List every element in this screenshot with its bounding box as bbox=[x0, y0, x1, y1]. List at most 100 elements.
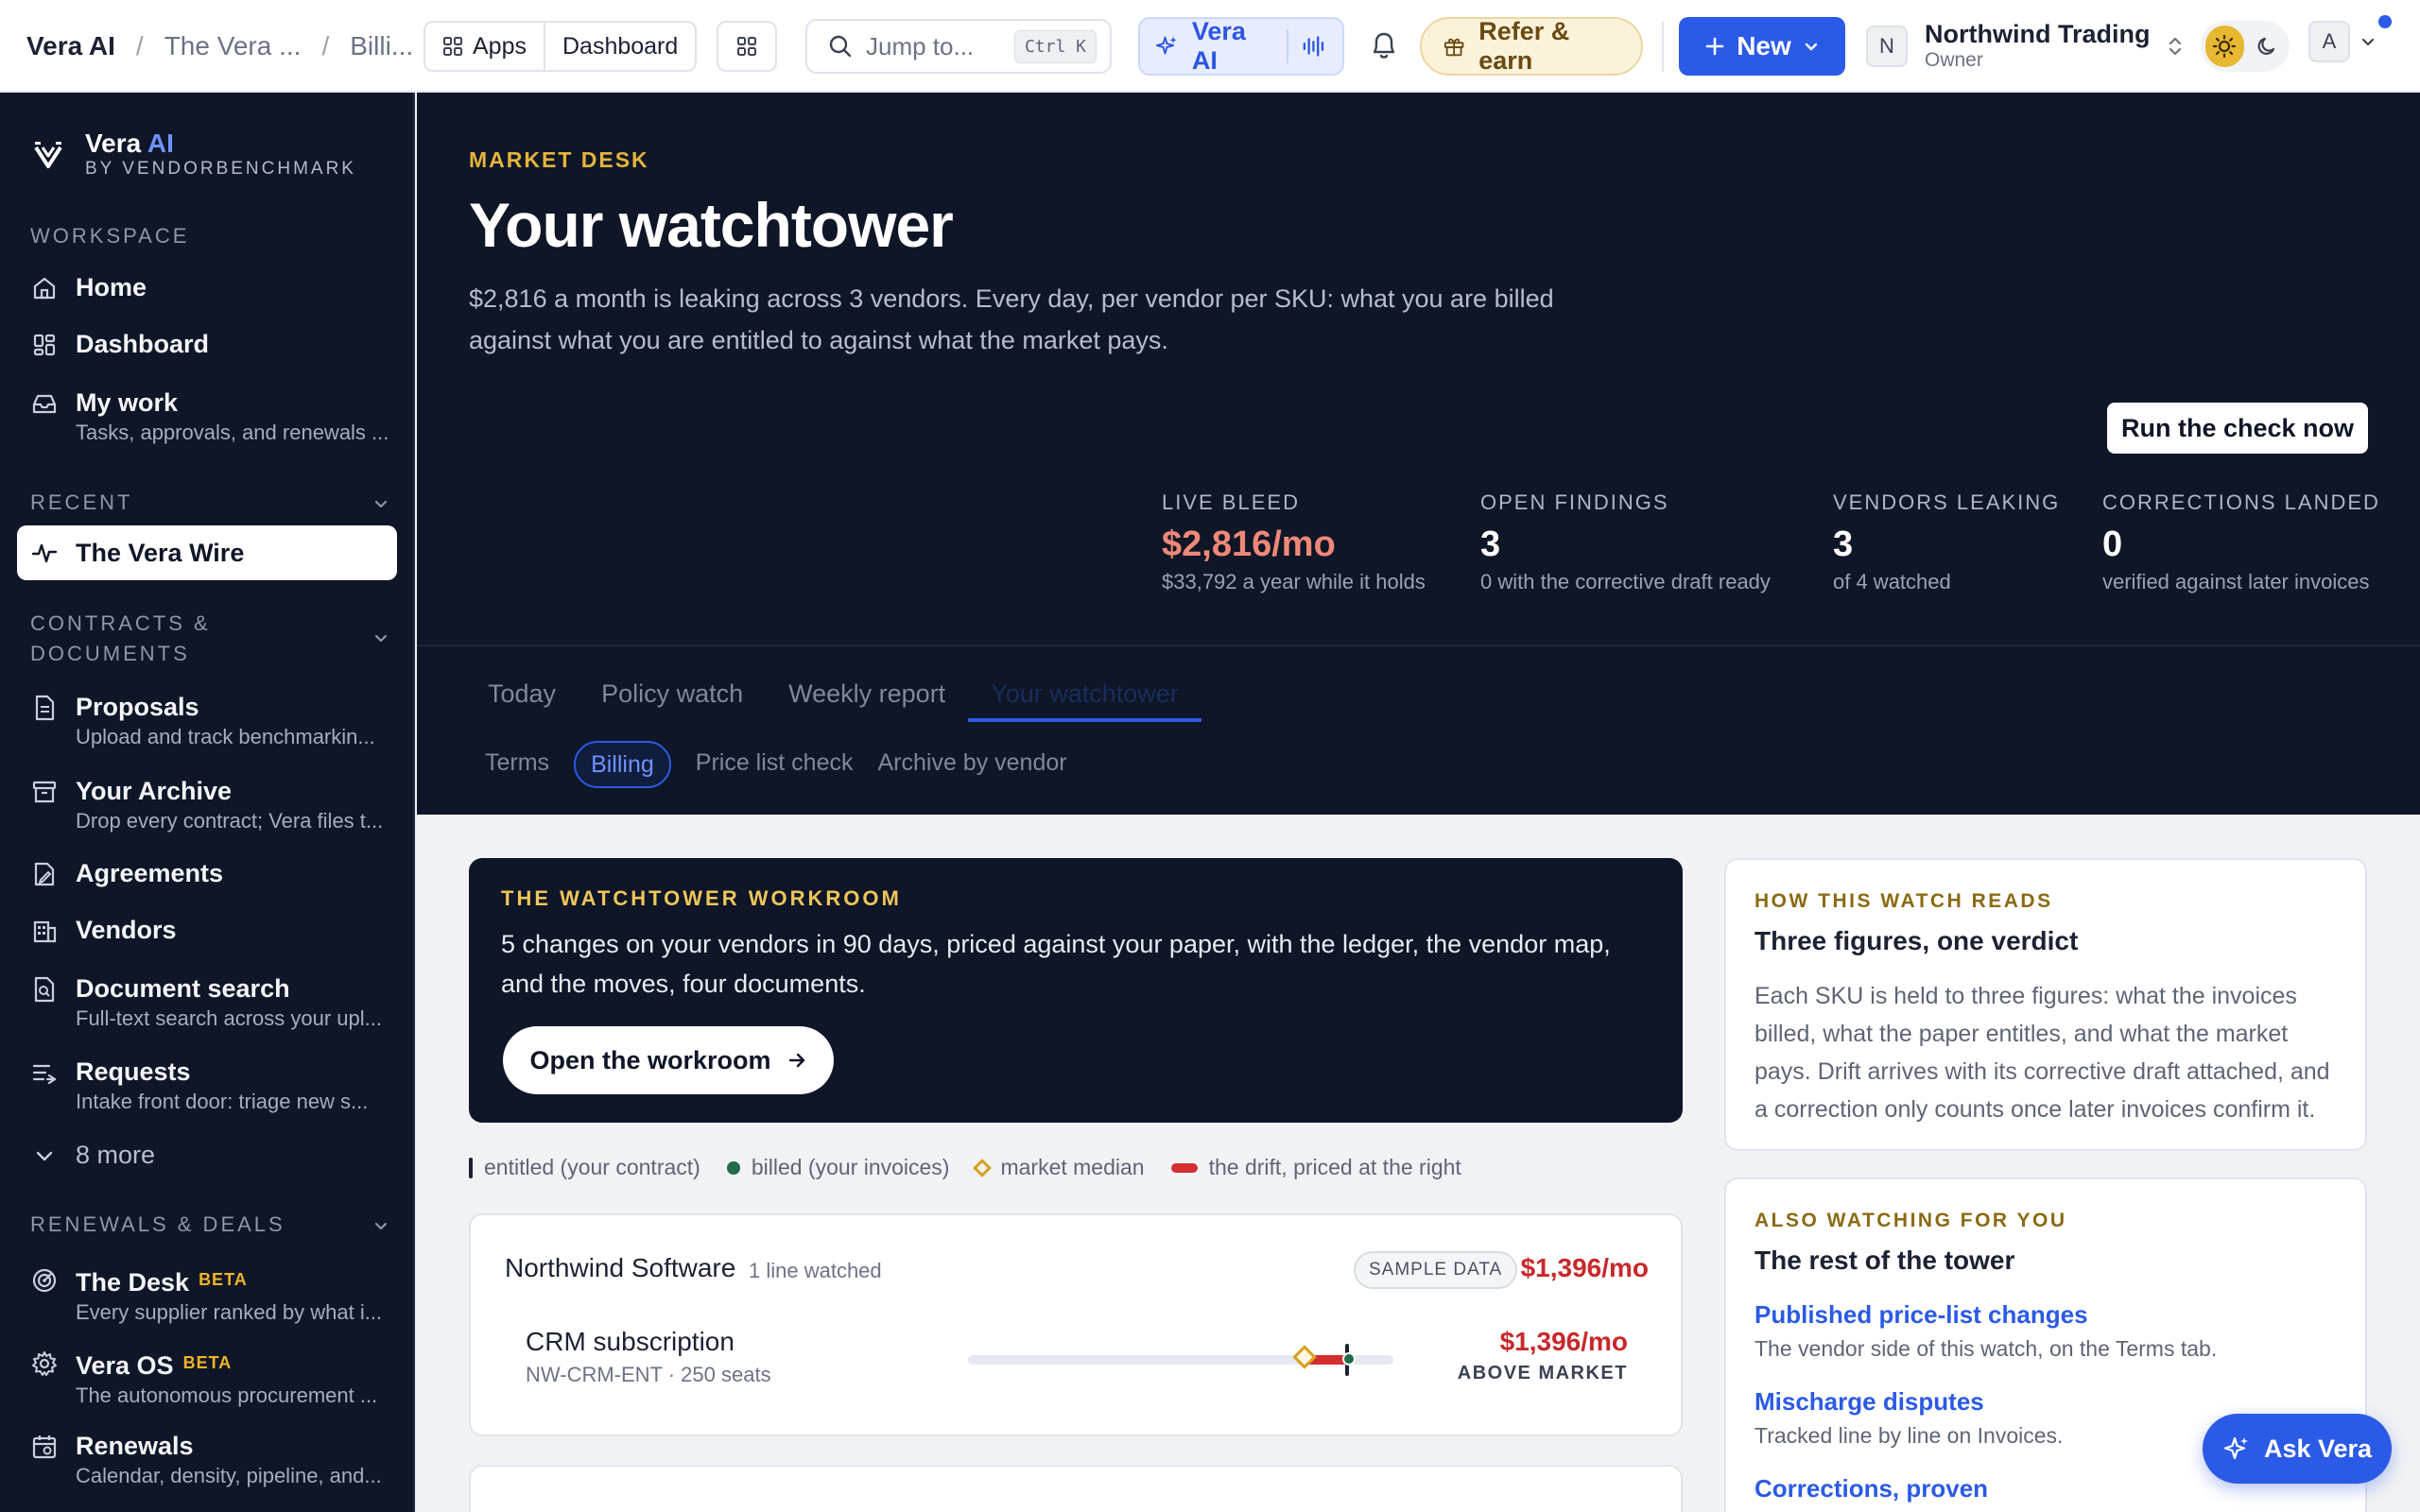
breadcrumb-item-current[interactable]: Billi... bbox=[350, 31, 413, 61]
workroom-eyebrow: THE WATCHTOWER WORKROOM bbox=[501, 886, 902, 910]
main-tabs: Today Policy watch Weekly report Your wa… bbox=[488, 673, 1201, 722]
sub-tabs: Terms Billing Price list check Archive b… bbox=[485, 741, 1067, 788]
refer-earn-button[interactable]: Refer & earn bbox=[1420, 17, 1643, 76]
stat-corrections-landed: CORRECTIONS LANDED 0 verified against la… bbox=[2102, 490, 2380, 595]
sidebar-item-proposals[interactable]: Proposals Upload and track benchmarkin..… bbox=[17, 690, 397, 750]
stat-key: CORRECTIONS LANDED bbox=[2102, 490, 2380, 514]
vendor-name: Northwind Software bbox=[505, 1253, 736, 1282]
page-title: Your watchtower bbox=[469, 190, 954, 260]
sidebar-item-the-desk[interactable]: The Desk BETA Every supplier ranked by wh… bbox=[17, 1263, 397, 1326]
billed-marker bbox=[1342, 1352, 1356, 1366]
ask-vera-button[interactable]: Ask Vera bbox=[2203, 1414, 2392, 1484]
sidebar-item-home[interactable]: Home bbox=[17, 270, 397, 304]
run-check-button[interactable]: Run the check now bbox=[2107, 403, 2368, 454]
sidebar-item-document-search[interactable]: Document search Full-text search across … bbox=[17, 971, 397, 1032]
sidebar-item-vera-os[interactable]: Vera OS BETA The autonomous procurement .… bbox=[17, 1346, 397, 1409]
archive-icon bbox=[32, 781, 57, 803]
sidebar-item-agreements[interactable]: Agreements bbox=[17, 856, 397, 890]
sidebar-item-archive[interactable]: Your Archive Drop every contract; Vera f… bbox=[17, 774, 397, 834]
sidebar-item-desc: The autonomous procurement ... bbox=[76, 1383, 378, 1407]
new-button[interactable]: New bbox=[1679, 17, 1845, 76]
chevron-down-icon bbox=[374, 1222, 388, 1230]
doc-search-icon bbox=[34, 976, 55, 1003]
legend-market: market median bbox=[973, 1155, 1145, 1180]
breadcrumb-item-root[interactable]: Vera AI bbox=[26, 31, 115, 61]
sidebar-item-label: The Desk BETA bbox=[76, 1268, 248, 1297]
tabs-area: Today Policy watch Weekly report Your wa… bbox=[417, 646, 2420, 815]
notifications-button[interactable] bbox=[1363, 25, 1405, 66]
sidebar-item-vendors[interactable]: Vendors bbox=[17, 913, 397, 947]
sidebar-item-dashboard[interactable]: Dashboard bbox=[17, 327, 397, 361]
open-workroom-button[interactable]: Open the workroom bbox=[503, 1026, 834, 1094]
dashboard-button[interactable]: Dashboard bbox=[543, 23, 695, 70]
sidebar-more-toggle[interactable]: 8 more bbox=[17, 1138, 397, 1172]
sidebar-item-label: Home bbox=[76, 273, 147, 301]
sample-data-badge: SAMPLE DATA bbox=[1354, 1251, 1518, 1289]
tab-weekly-report[interactable]: Weekly report bbox=[766, 673, 968, 722]
subtab-terms[interactable]: Terms bbox=[485, 741, 549, 788]
workroom-card: THE WATCHTOWER WORKROOM 5 changes on you… bbox=[469, 858, 1683, 1123]
sidebar-item-requests[interactable]: Requests Intake front door: triage new s… bbox=[17, 1055, 397, 1115]
link-desc: The vendor side of this watch, on the Te… bbox=[1754, 1336, 2218, 1361]
sidebar-item-my-work[interactable]: My work Tasks, approvals, and renewals .… bbox=[17, 386, 397, 446]
apps-button[interactable]: Apps bbox=[425, 23, 544, 70]
link-corrections-proven[interactable]: Corrections, proven bbox=[1754, 1474, 1988, 1503]
drift-bar-icon bbox=[1170, 1162, 1198, 1173]
vendor-card[interactable]: Northwind Software 1 line watched SAMPLE… bbox=[469, 1213, 1683, 1436]
search-placeholder: Jump to... bbox=[866, 31, 975, 60]
stat-live-bleed: LIVE BLEED $2,816/mo $33,792 a year whil… bbox=[1162, 490, 1426, 595]
brand[interactable]: Vera AI BY VENDORBENCHMARK bbox=[32, 129, 356, 180]
user-menu[interactable]: A bbox=[2308, 21, 2377, 62]
tab-policy-watch[interactable]: Policy watch bbox=[579, 673, 766, 722]
jump-search[interactable]: Jump to... Ctrl K bbox=[805, 19, 1112, 74]
stat-key: VENDORS LEAKING bbox=[1833, 490, 2061, 514]
sidebar-item-label: Document search bbox=[76, 974, 290, 1003]
section-renewals[interactable]: RENEWALS & DEALS bbox=[30, 1210, 389, 1240]
link-desc: Tracked line by line on Invoices. bbox=[1754, 1423, 2064, 1448]
sidebar-item-label: Vera OS BETA bbox=[76, 1351, 233, 1380]
tab-your-watchtower[interactable]: Your watchtower bbox=[968, 673, 1201, 722]
stat-value: 0 bbox=[2102, 524, 2123, 564]
card-body: Each SKU is held to three figures: what … bbox=[1754, 983, 2330, 1123]
subtab-archive-by-vendor[interactable]: Archive by vendor bbox=[877, 741, 1066, 788]
voice-waveform-icon[interactable] bbox=[1302, 34, 1327, 59]
section-workspace: WORKSPACE bbox=[30, 224, 190, 248]
new-label: New bbox=[1737, 31, 1791, 60]
sidebar-item-vera-wire[interactable]: The Vera Wire bbox=[17, 525, 397, 580]
sun-icon[interactable] bbox=[2205, 26, 2244, 67]
how-watch-reads-card: HOW THIS WATCH READS Three figures, one … bbox=[1724, 858, 2367, 1151]
section-recent[interactable]: RECENT bbox=[30, 488, 389, 518]
sidebar-item-label: Agreements bbox=[76, 859, 224, 887]
sidebar-item-desc: Intake front door: triage new s... bbox=[76, 1090, 369, 1113]
sidebar-item-label: My work bbox=[76, 388, 179, 417]
moon-icon[interactable] bbox=[2250, 26, 2285, 67]
org-avatar: N bbox=[1866, 26, 1908, 67]
link-price-list-changes[interactable]: Published price-list changes bbox=[1754, 1300, 2088, 1330]
card-heading: Three figures, one verdict bbox=[1754, 926, 2079, 955]
inbox-icon bbox=[32, 394, 57, 414]
card-eyebrow: HOW THIS WATCH READS bbox=[1754, 890, 2053, 912]
section-contracts[interactable]: CONTRACTS & DOCUMENTS bbox=[30, 609, 389, 669]
dashboard-icon bbox=[33, 334, 56, 356]
sku-state: ABOVE MARKET bbox=[1457, 1363, 1628, 1383]
subtab-price-list-check[interactable]: Price list check bbox=[696, 741, 854, 788]
launcher-button[interactable] bbox=[717, 21, 777, 72]
sidebar-item-desc: Tasks, approvals, and renewals ... bbox=[76, 421, 389, 444]
vera-logo-icon bbox=[34, 142, 62, 168]
stat-key: OPEN FINDINGS bbox=[1480, 490, 1669, 514]
theme-toggle[interactable] bbox=[2201, 21, 2290, 72]
breadcrumb-item-section[interactable]: The Vera ... bbox=[164, 31, 302, 61]
sidebar-item-renewals[interactable]: Renewals Calendar, density, pipeline, an… bbox=[17, 1429, 397, 1489]
vera-ai-button[interactable]: Vera AI bbox=[1138, 17, 1344, 76]
chevron-down-icon bbox=[1805, 43, 1817, 51]
tab-today[interactable]: Today bbox=[488, 673, 579, 722]
legend-entitled: entitled (your contract) bbox=[469, 1155, 700, 1180]
link-mischarge-disputes[interactable]: Mischarge disputes bbox=[1754, 1387, 1984, 1417]
subtab-billing[interactable]: Billing bbox=[574, 741, 671, 788]
org-switcher[interactable]: N Northwind Trading Owner bbox=[1866, 15, 2184, 77]
file-icon bbox=[35, 695, 55, 721]
beta-badge: BETA bbox=[199, 1270, 248, 1289]
beta-badge: BETA bbox=[182, 1353, 233, 1372]
vendor-card[interactable] bbox=[469, 1465, 1683, 1512]
brand-title: Vera AI bbox=[85, 129, 174, 158]
